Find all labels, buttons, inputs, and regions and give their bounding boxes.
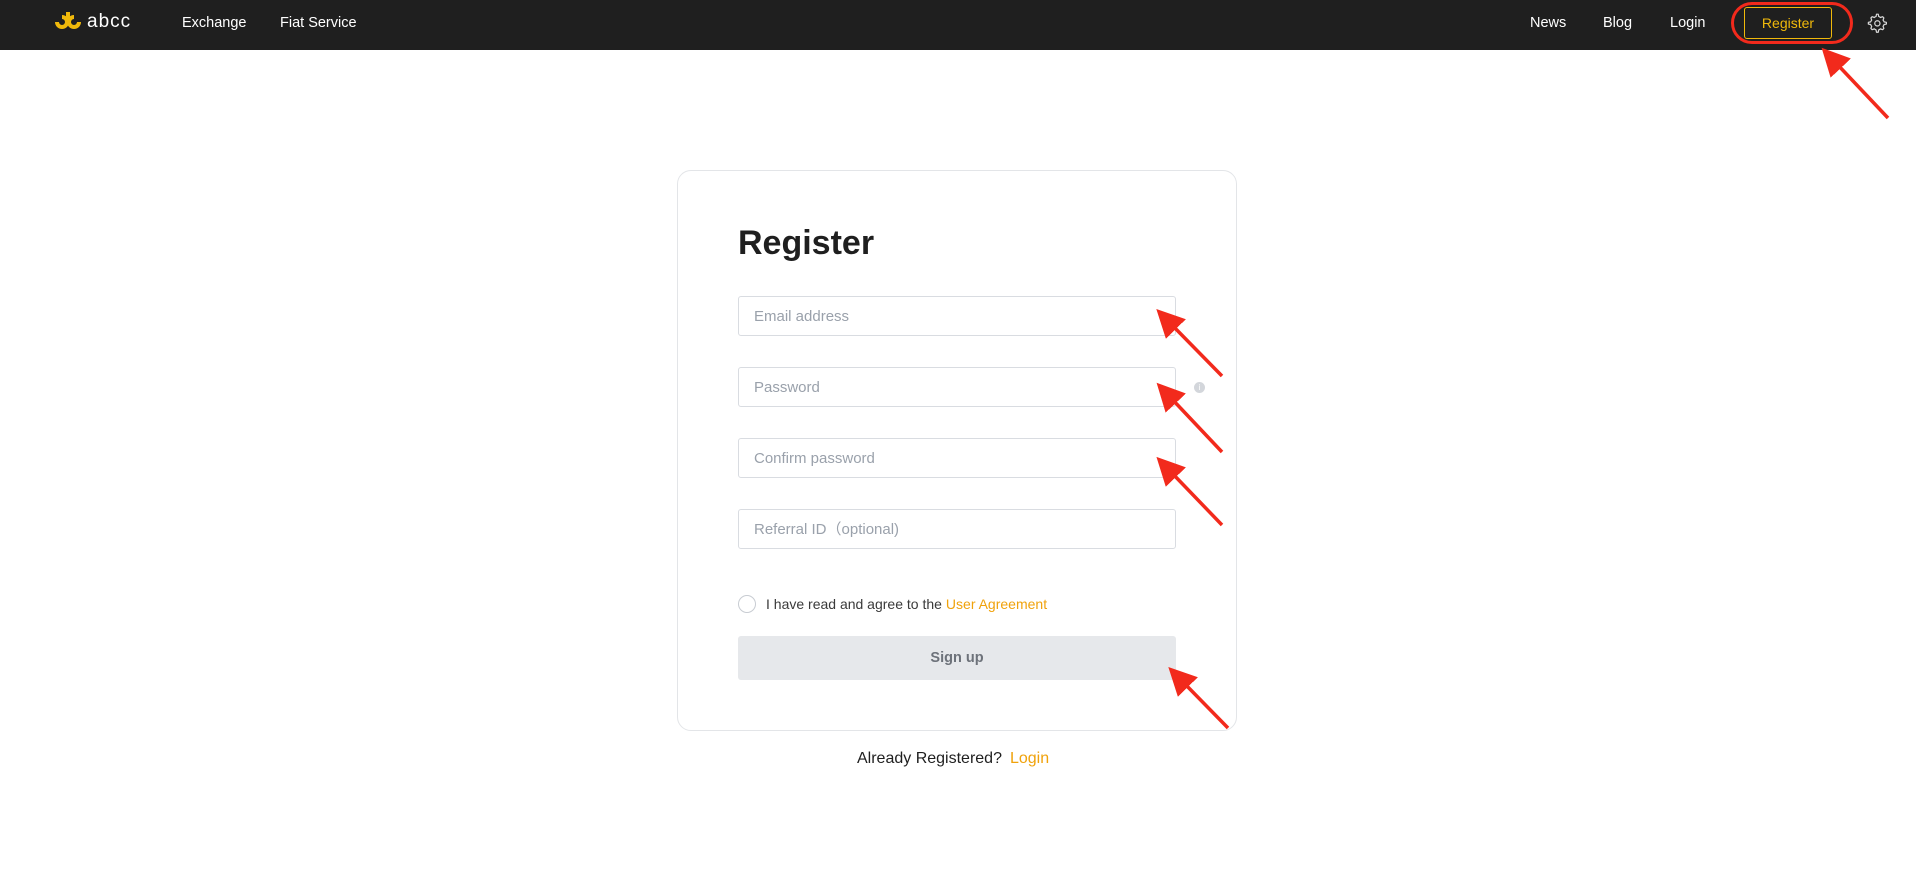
nav-login[interactable]: Login [1670,14,1705,32]
already-registered-text: Already Registered? [857,750,1002,767]
abcc-logo-icon [55,12,81,29]
password-info-icon[interactable]: i [1194,382,1205,393]
logo-text: abcc [87,11,132,32]
register-button-highlight [1731,2,1853,44]
confirm-password-field[interactable] [738,438,1176,478]
abcc-logo[interactable]: abcc [53,11,131,33]
referral-id-field[interactable] [738,509,1176,549]
password-field[interactable] [738,367,1176,407]
arrow-register [1821,47,1890,120]
already-registered-row: Already Registered? Login [857,750,1049,768]
user-agreement-link[interactable]: User Agreement [946,596,1047,612]
top-navigation-bar: abcc Exchange Fiat Service News Blog Log… [0,0,1916,50]
page-title: Register [738,224,875,262]
agreement-checkbox[interactable] [738,595,756,613]
agreement-text: I have read and agree to the [766,596,942,612]
agreement-row: I have read and agree to the User Agreem… [738,595,1047,613]
email-field[interactable] [738,296,1176,336]
sign-up-button[interactable]: Sign up [738,636,1176,680]
nav-exchange[interactable]: Exchange [182,14,247,32]
nav-news[interactable]: News [1530,14,1566,32]
register-card: Register i I have read and agree to the … [677,170,1237,731]
nav-blog[interactable]: Blog [1603,14,1632,32]
login-link[interactable]: Login [1010,750,1049,767]
settings-gear-icon[interactable] [1866,12,1887,33]
nav-fiat-service[interactable]: Fiat Service [280,14,357,32]
